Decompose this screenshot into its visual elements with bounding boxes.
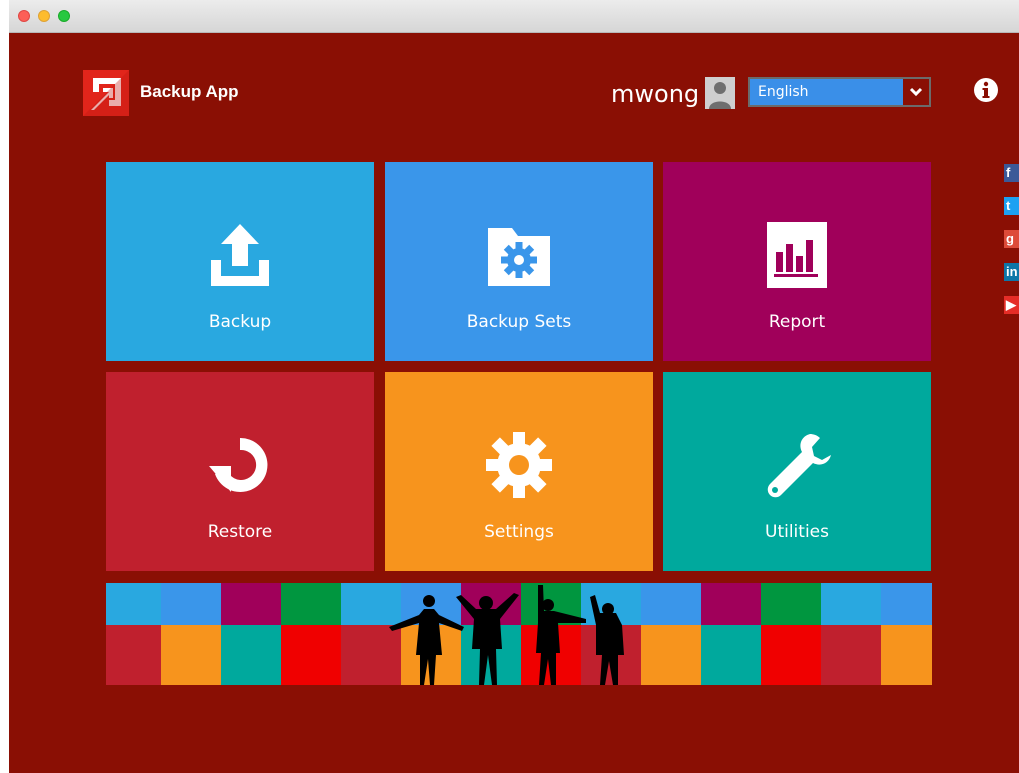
minimize-window-button[interactable] — [38, 10, 50, 22]
settings-tile-label: Settings — [484, 522, 554, 542]
folder-gear-icon — [484, 220, 554, 295]
username-label: mwong — [611, 80, 700, 108]
user-avatar-icon[interactable] — [705, 77, 735, 109]
twitter-icon[interactable]: t — [1004, 197, 1019, 215]
utilities-tile-label: Utilities — [765, 522, 829, 542]
report-tile-label: Report — [768, 312, 826, 332]
language-selected-value: English — [758, 84, 809, 100]
gear-icon — [484, 430, 554, 505]
googleplus-icon[interactable]: g — [1004, 230, 1019, 248]
restore-tile[interactable]: Restore — [106, 372, 374, 571]
backup-sets-tile[interactable]: Backup Sets — [385, 162, 653, 361]
restore-icon — [205, 430, 275, 505]
info-icon[interactable] — [974, 78, 998, 102]
decorative-banner — [106, 583, 932, 685]
report-chart-icon — [762, 220, 832, 295]
app-window: Backup App mwong English Backup Backup S… — [9, 33, 1019, 773]
upload-icon — [205, 220, 275, 295]
backup-tile-label: Backup — [208, 312, 272, 332]
chevron-down-icon[interactable] — [903, 79, 929, 105]
utilities-tile[interactable]: Utilities — [663, 372, 931, 571]
maximize-window-button[interactable] — [58, 10, 70, 22]
language-select[interactable]: English — [748, 77, 931, 107]
linkedin-icon[interactable]: in — [1004, 263, 1019, 281]
app-logo-icon — [83, 70, 129, 116]
backup-sets-tile-label: Backup Sets — [466, 312, 572, 332]
app-title: Backup App — [140, 82, 239, 101]
window-titlebar — [9, 0, 1019, 33]
close-window-button[interactable] — [18, 10, 30, 22]
youtube-icon[interactable]: ▶ — [1004, 296, 1019, 314]
report-tile[interactable]: Report — [663, 162, 931, 361]
settings-tile[interactable]: Settings — [385, 372, 653, 571]
backup-tile[interactable]: Backup — [106, 162, 374, 361]
restore-tile-label: Restore — [207, 522, 273, 542]
wrench-icon — [762, 430, 832, 505]
facebook-icon[interactable]: f — [1004, 164, 1019, 182]
